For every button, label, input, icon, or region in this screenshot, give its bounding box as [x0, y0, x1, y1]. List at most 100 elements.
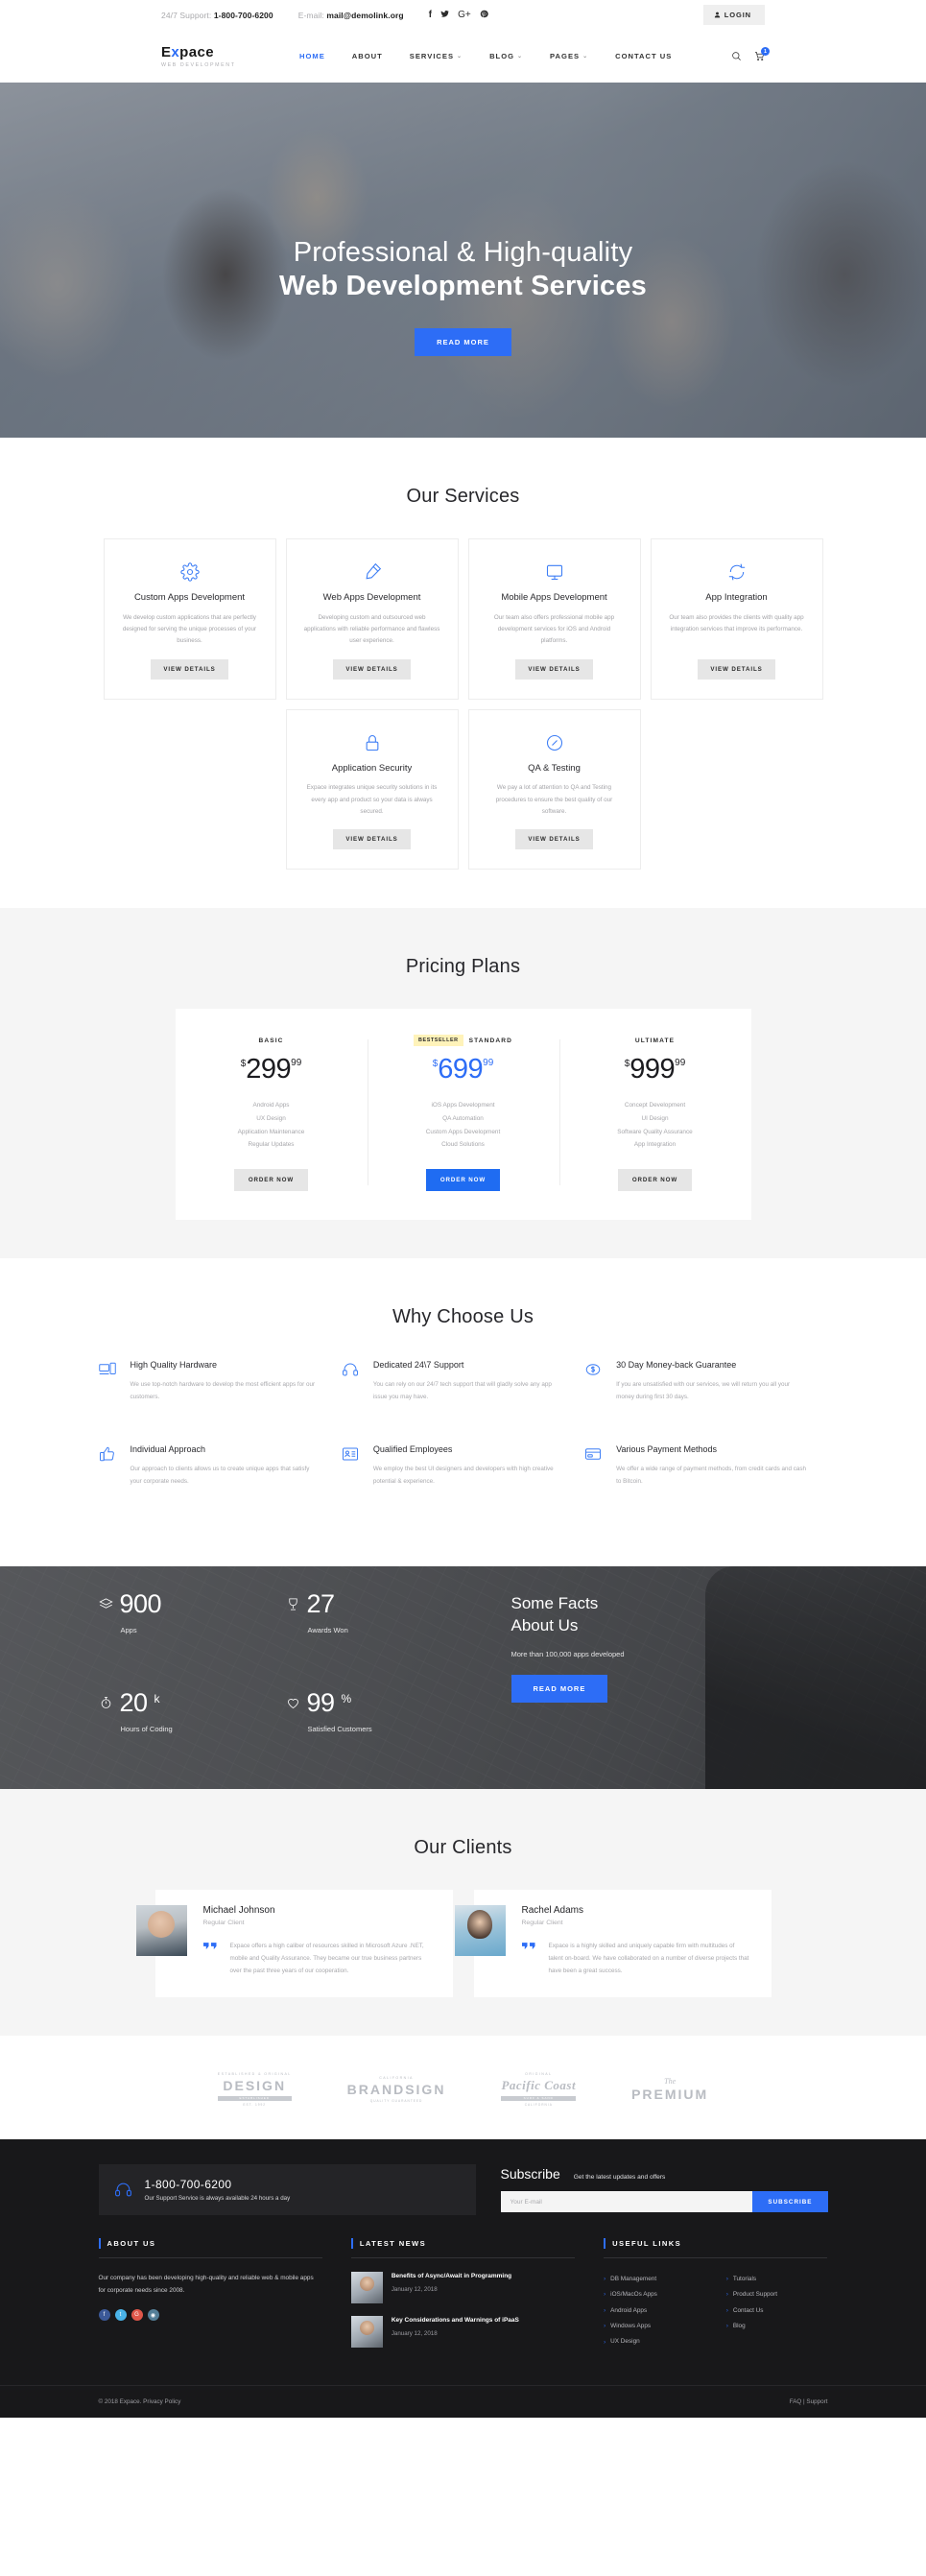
subscribe-email-input[interactable] [500, 2191, 753, 2213]
counter-value-row: 900 [98, 1591, 286, 1617]
accent-bar [98, 2237, 101, 2249]
plan-header: BESTSELLER STANDARD [379, 1034, 548, 1047]
counter-satisfied-customers: 99 % Satisfied Customers [286, 1690, 473, 1789]
why-choose-us-title: Why Choose Us [392, 1306, 534, 1328]
footer-links-col-1: › DB Management › iOS/MacOs Apps › Android … [604, 2272, 705, 2350]
divider [350, 2256, 576, 2258]
hero-read-more-button[interactable]: READ MORE [415, 327, 511, 356]
cart-button[interactable]: 1 [754, 47, 770, 61]
footer-faq-support-links[interactable]: FAQ | Support [790, 2398, 828, 2405]
services-title: Our Services [406, 486, 520, 507]
view-details-button[interactable]: VIEW DETAILS [515, 829, 593, 850]
footer-about-title: ABOUT US [107, 2238, 156, 2248]
subscribe-button[interactable]: SUBSCRIBE [752, 2191, 828, 2213]
facebook-icon[interactable]: f [98, 2309, 110, 2322]
news-item[interactable]: Key Considerations and Warnings of iPaaS… [350, 2315, 575, 2348]
plan-feature: UX Design [256, 1114, 286, 1122]
facts-content: 900 Apps 27 Awards Won 20 k Hours of Cod… [98, 1566, 828, 1789]
view-details-button[interactable]: VIEW DETAILS [698, 658, 775, 680]
why-item-high-quality-hardware: High Quality Hardware We use top-notch h… [98, 1359, 342, 1443]
footer-link[interactable]: › Windows Apps [604, 2319, 705, 2334]
nav-item-pages[interactable]: PAGES ⌄ [536, 52, 602, 60]
service-card-application-security[interactable]: Application Security Expace integrates u… [285, 708, 459, 871]
footer-support-note: Our Support Service is always available … [144, 2194, 291, 2202]
support-box: 1-800-700-6200 Our Support Service is al… [98, 2163, 476, 2215]
view-details-button[interactable]: VIEW DETAILS [333, 829, 411, 850]
news-item[interactable]: Benefits of Async/Await in Programming J… [350, 2271, 575, 2303]
support-phone[interactable]: 1-800-700-6200 [214, 11, 273, 20]
plan-features: Android Apps UX Design Application Maint… [187, 1099, 356, 1152]
service-title: Custom Apps Development [133, 592, 246, 603]
instagram-icon[interactable]: ◉ [147, 2309, 159, 2322]
nav-item-home[interactable]: HOME [286, 52, 339, 60]
nav-item-blog[interactable]: BLOG ⌄ [476, 52, 536, 60]
chevron-right-icon: › [725, 2276, 728, 2282]
service-card-mobile-apps[interactable]: Mobile Apps Development Our team also of… [467, 538, 641, 700]
service-card-web-apps[interactable]: Web Apps Development Developing custom a… [285, 538, 459, 700]
facts-title-line2: About Us [510, 1616, 579, 1634]
plan-header: ULTIMATE [571, 1034, 740, 1047]
footer-columns: ABOUT US Our company has been developing… [98, 2237, 828, 2385]
partner-logo-design[interactable]: ESTABLISHED & ORIGINAL DESIGN ESTABLISHE… [217, 2072, 292, 2107]
footer-link[interactable]: › Android Apps [604, 2303, 705, 2319]
client-testimonial-text: Expace is a highly skilled and uniquely … [548, 1943, 749, 1974]
pricing-table: BASIC $ 299 99 Android Apps UX Design Ap… [175, 1009, 751, 1221]
pinterest-icon[interactable] [480, 10, 488, 21]
footer-link[interactable]: › Tutorials [726, 2272, 828, 2287]
footer-link[interactable]: › Contact Us [726, 2303, 828, 2319]
partner-logo-the-premium[interactable]: The PREMIUM [631, 2077, 708, 2102]
chevron-right-icon: › [725, 2324, 728, 2330]
plan-cents: 99 [675, 1058, 686, 1069]
footer-link[interactable]: › DB Management [604, 2272, 705, 2287]
google-plus-icon[interactable]: G [131, 2309, 143, 2322]
nav-item-services[interactable]: SERVICES ⌄ [396, 52, 476, 60]
site-logo[interactable]: Expace WEB DEVELOPMENT [161, 45, 257, 68]
service-title: Web Apps Development [322, 592, 421, 603]
footer-column-header: USEFUL LINKS [604, 2237, 827, 2249]
order-now-button-ultimate[interactable]: ORDER NOW [617, 1169, 693, 1192]
nav-item-about[interactable]: ABOUT [339, 52, 396, 60]
service-description: Our team also offers professional mobile… [493, 613, 615, 645]
footer-link[interactable]: › UX Design [604, 2334, 705, 2349]
service-card-app-integration[interactable]: App Integration Our team also provides t… [650, 538, 823, 700]
footer-column-news: LATEST NEWS Benefits of Async/Await in P… [350, 2237, 576, 2360]
view-details-button[interactable]: VIEW DETAILS [151, 658, 228, 680]
view-details-button[interactable]: VIEW DETAILS [333, 658, 411, 680]
footer-link[interactable]: › Blog [726, 2319, 828, 2334]
why-title: Dedicated 24\7 Support [372, 1360, 464, 1371]
footer-link[interactable]: › Product Support [726, 2287, 828, 2302]
partner-logo-brandsign[interactable]: CALIFORNIA BRANDSIGN QUALITY GUARANTEED [347, 2076, 446, 2103]
service-description: We pay a lot of attention to QA and Test… [495, 784, 613, 815]
chevron-right-icon: › [604, 2292, 606, 2299]
counter-value-row: 27 [286, 1591, 473, 1617]
why-item-individual-approach: Individual Approach Our approach to clie… [99, 1443, 342, 1528]
footer-link[interactable]: › iOS/MacOs Apps [604, 2287, 705, 2302]
footer-support-phone[interactable]: 1-800-700-6200 [145, 2178, 291, 2191]
google-plus-icon[interactable]: G+ [458, 10, 471, 20]
email-address[interactable]: mail@demolink.org [326, 11, 403, 20]
search-button[interactable] [731, 51, 742, 61]
service-card-custom-apps[interactable]: Custom Apps Development We develop custo… [103, 538, 276, 700]
service-card-qa-testing[interactable]: QA & Testing We pay a lot of attention t… [467, 708, 641, 871]
facts-read-more-button[interactable]: READ MORE [510, 1674, 608, 1703]
partner-logo-pacific-coast[interactable]: ORIGINAL Pacific Coast SURF & SAND CALIF… [501, 2072, 577, 2107]
order-now-button-basic[interactable]: ORDER NOW [233, 1169, 309, 1192]
plan-feature: Custom Apps Development [425, 1128, 501, 1135]
facebook-icon[interactable]: 𝐟 [429, 10, 432, 20]
nav-item-contact-us[interactable]: CONTACT US [602, 52, 685, 60]
facts-text-block: Some Facts About Us More than 100,000 ap… [473, 1591, 828, 1789]
twitter-icon[interactable]: t [114, 2309, 127, 2322]
facts-counters: 900 Apps 27 Awards Won 20 k Hours of Cod… [98, 1591, 473, 1789]
counter-value-row: 99 % [286, 1690, 473, 1716]
counter-suffix: k [154, 1692, 160, 1706]
service-title: Application Security [331, 762, 413, 774]
plan-feature: iOS Apps Development [431, 1102, 495, 1109]
login-label: LOGIN [724, 11, 751, 19]
login-button[interactable]: LOGIN [702, 5, 765, 25]
counter-label: Satisfied Customers [307, 1725, 372, 1734]
twitter-icon[interactable] [440, 10, 449, 21]
news-title: Benefits of Async/Await in Programming [391, 2272, 512, 2279]
view-details-button[interactable]: VIEW DETAILS [515, 658, 593, 680]
plan-name: BASIC [258, 1037, 284, 1044]
order-now-button-standard[interactable]: ORDER NOW [425, 1169, 501, 1192]
